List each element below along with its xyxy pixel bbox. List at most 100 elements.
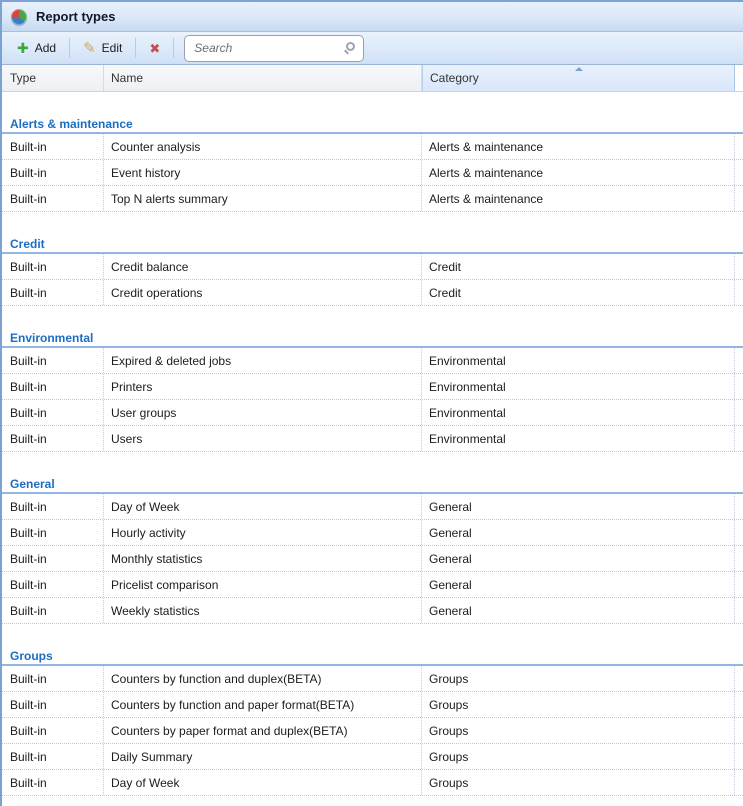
cell-name: Credit operations (104, 280, 422, 305)
cell-category: General (422, 546, 735, 571)
add-button-label: Add (35, 41, 56, 55)
cell-type: Built-in (2, 134, 104, 159)
edit-button-label: Edit (102, 41, 123, 55)
delete-x-icon: ✖ (149, 42, 160, 55)
cell-type: Built-in (2, 280, 104, 305)
cell-category: Groups (422, 770, 735, 795)
cell-name: Hourly activity (104, 520, 422, 545)
row-gutter (735, 718, 743, 743)
cell-name: Counters by function and paper format(BE… (104, 692, 422, 717)
cell-name: Monthly statistics (104, 546, 422, 571)
table-row[interactable]: Built-inUsersEnvironmental (2, 426, 743, 452)
row-gutter (735, 692, 743, 717)
table-row[interactable]: Built-inMonthly statisticsGeneral (2, 546, 743, 572)
table-row[interactable]: Built-inCredit balanceCredit (2, 254, 743, 280)
cell-category: Alerts & maintenance (422, 160, 735, 185)
table-row[interactable]: Built-inEvent historyAlerts & maintenanc… (2, 160, 743, 186)
cell-name: Counters by function and duplex(BETA) (104, 666, 422, 691)
cell-type: Built-in (2, 572, 104, 597)
search-input[interactable] (184, 35, 364, 62)
table-body: Alerts & maintenanceBuilt-inCounter anal… (2, 116, 743, 796)
row-gutter (735, 160, 743, 185)
cell-type: Built-in (2, 426, 104, 451)
cell-category: General (422, 494, 735, 519)
cell-type: Built-in (2, 186, 104, 211)
pie-chart-icon (11, 9, 27, 25)
cell-name: Pricelist comparison (104, 572, 422, 597)
table-row[interactable]: Built-inDay of WeekGroups (2, 770, 743, 796)
cell-category: Credit (422, 280, 735, 305)
table-row[interactable]: Built-inExpired & deleted jobsEnvironmen… (2, 348, 743, 374)
cell-name: Users (104, 426, 422, 451)
cell-type: Built-in (2, 494, 104, 519)
cell-type: Built-in (2, 692, 104, 717)
cell-category: Groups (422, 666, 735, 691)
cell-category: Environmental (422, 400, 735, 425)
table-row[interactable]: Built-inHourly activityGeneral (2, 520, 743, 546)
table-row[interactable]: Built-inCounters by paper format and dup… (2, 718, 743, 744)
column-header-category[interactable]: Category (422, 65, 735, 91)
toolbar-separator (135, 38, 136, 58)
table-row[interactable]: Built-inCounters by function and paper f… (2, 692, 743, 718)
cell-category: Alerts & maintenance (422, 186, 735, 211)
toolbar: ✚ Add ✎ Edit ✖ (2, 32, 743, 65)
delete-button[interactable]: ✖ (140, 38, 169, 59)
table-row[interactable]: Built-inPricelist comparisonGeneral (2, 572, 743, 598)
cell-category: Groups (422, 692, 735, 717)
cell-category: General (422, 572, 735, 597)
cell-category: Alerts & maintenance (422, 134, 735, 159)
table-row[interactable]: Built-inCounters by function and duplex(… (2, 666, 743, 692)
row-gutter (735, 400, 743, 425)
toolbar-separator (69, 38, 70, 58)
cell-name: Counters by paper format and duplex(BETA… (104, 718, 422, 743)
edit-button[interactable]: ✎ Edit (74, 37, 131, 60)
cell-category: Credit (422, 254, 735, 279)
table-row[interactable]: Built-inCredit operationsCredit (2, 280, 743, 306)
row-gutter (735, 598, 743, 623)
cell-category: Environmental (422, 348, 735, 373)
row-gutter (735, 520, 743, 545)
table-row[interactable]: Built-inCounter analysisAlerts & mainten… (2, 134, 743, 160)
row-gutter (735, 546, 743, 571)
cell-type: Built-in (2, 400, 104, 425)
cell-type: Built-in (2, 666, 104, 691)
group-header-general: General (2, 476, 743, 492)
cell-type: Built-in (2, 254, 104, 279)
cell-name: Top N alerts summary (104, 186, 422, 211)
plus-icon: ✚ (17, 41, 29, 55)
group-header-alerts-maintenance: Alerts & maintenance (2, 116, 743, 132)
column-header-row: Type Name Category (2, 65, 743, 92)
header-gutter (735, 65, 743, 91)
row-gutter (735, 254, 743, 279)
table-row[interactable]: Built-inDay of WeekGeneral (2, 494, 743, 520)
cell-type: Built-in (2, 348, 104, 373)
cell-name: Day of Week (104, 494, 422, 519)
cell-name: Event history (104, 160, 422, 185)
row-gutter (735, 770, 743, 795)
cell-category: Environmental (422, 374, 735, 399)
cell-category: Groups (422, 718, 735, 743)
cell-name: User groups (104, 400, 422, 425)
table-row[interactable]: Built-inPrintersEnvironmental (2, 374, 743, 400)
table-row[interactable]: Built-inWeekly statisticsGeneral (2, 598, 743, 624)
cell-name: Expired & deleted jobs (104, 348, 422, 373)
cell-name: Day of Week (104, 770, 422, 795)
table-row[interactable]: Built-inUser groupsEnvironmental (2, 400, 743, 426)
row-gutter (735, 494, 743, 519)
table-row[interactable]: Built-inDaily SummaryGroups (2, 744, 743, 770)
search-box (184, 35, 364, 62)
cell-category: General (422, 598, 735, 623)
column-header-type[interactable]: Type (2, 65, 104, 91)
table-row[interactable]: Built-inTop N alerts summaryAlerts & mai… (2, 186, 743, 212)
column-header-category-label: Category (430, 71, 479, 85)
column-header-name[interactable]: Name (104, 65, 422, 91)
cell-type: Built-in (2, 374, 104, 399)
row-gutter (735, 134, 743, 159)
add-button[interactable]: ✚ Add (8, 37, 65, 59)
cell-type: Built-in (2, 520, 104, 545)
pencil-icon: ✎ (83, 41, 96, 56)
cell-name: Daily Summary (104, 744, 422, 769)
cell-type: Built-in (2, 598, 104, 623)
cell-name: Counter analysis (104, 134, 422, 159)
magnifier-icon (346, 42, 355, 51)
